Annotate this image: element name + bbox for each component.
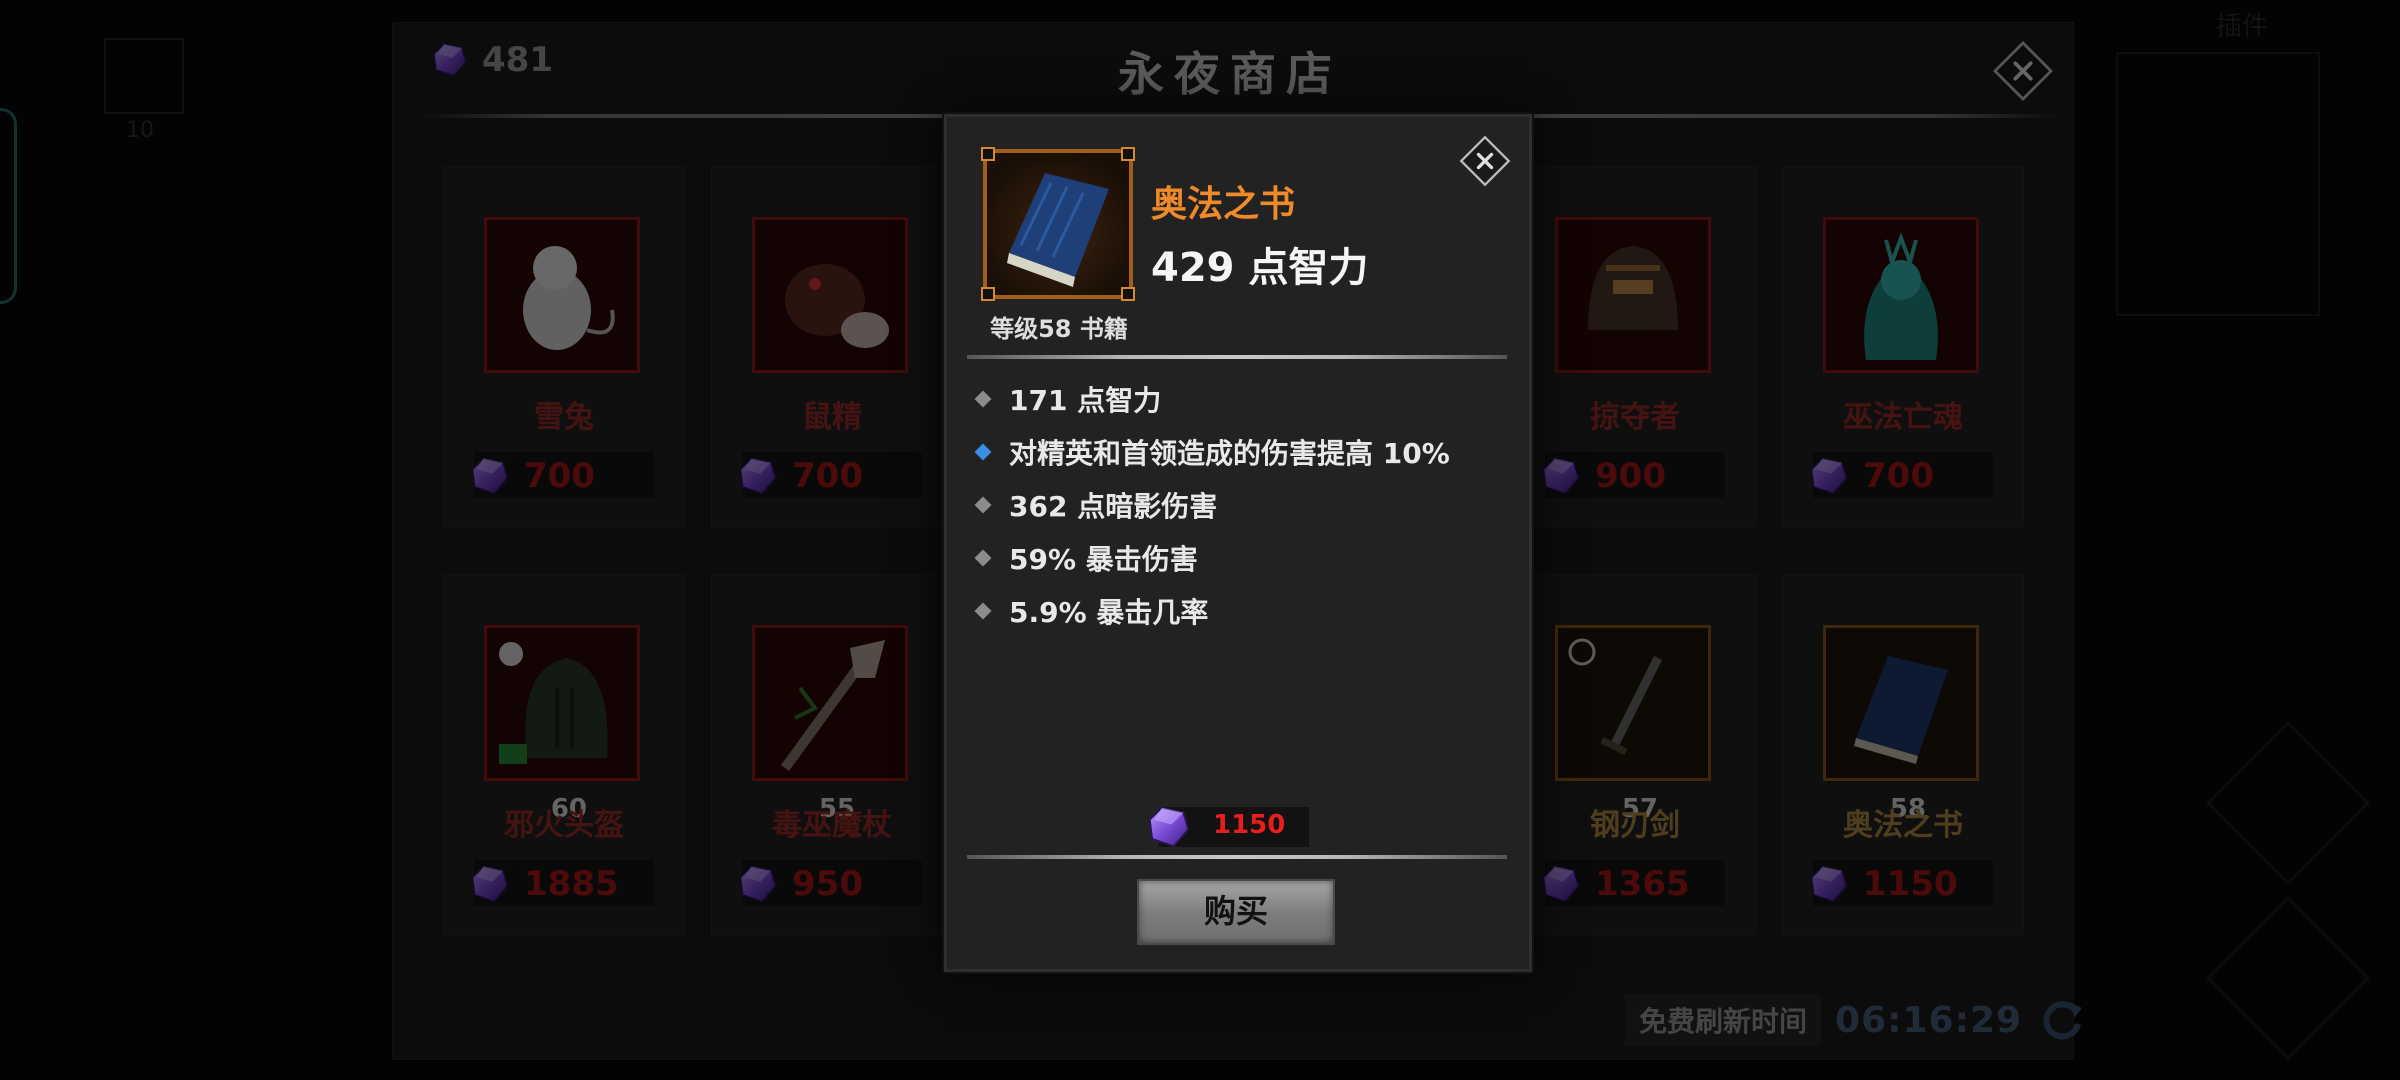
item-price: 900 (1545, 452, 1725, 498)
stat-line: 59% 暴击伤害 (971, 538, 1198, 578)
stat-line: 362 点暗影伤害 (971, 485, 1217, 525)
item-price: 700 (1813, 452, 1993, 498)
buy-button[interactable]: 购买 (1137, 879, 1335, 945)
stat-line: 对精英和首领造成的伤害提高 10% (971, 432, 1450, 472)
creature-icon (752, 217, 908, 373)
shop-item-card[interactable]: 雪兔 700 (443, 166, 685, 528)
currency-amount: 481 (482, 40, 553, 80)
item-price-value: 950 (792, 864, 863, 904)
item-main-stat: 429 点智力 (1151, 245, 1369, 291)
inventory-slot[interactable] (104, 38, 184, 114)
item-price: 950 (742, 860, 922, 906)
shop-item-card[interactable]: 掠夺者 900 (1514, 166, 1756, 528)
stat-text: 59% 暴击伤害 (1009, 543, 1198, 576)
item-name: 雪兔 (534, 400, 594, 435)
shop-item-card[interactable]: 巫法亡魂 700 (1782, 166, 2024, 528)
item-price: 700 (474, 452, 654, 498)
item-detail-name: 奥法之书 (1151, 184, 1296, 225)
gem-icon (736, 454, 780, 498)
item-detail-modal: 奥法之书 429 点智力 等级58 书籍 171 点智力 对精英和首领造成的伤害… (944, 114, 1532, 972)
sword-icon: 57 (1555, 625, 1711, 824)
diamond-bullet-icon (974, 443, 992, 461)
right-preview-frame (2116, 52, 2320, 316)
gem-icon (468, 862, 512, 906)
shop-item-card[interactable]: 60 邪火头盔 1885 (443, 574, 685, 936)
item-price-value: 700 (1863, 456, 1934, 496)
item-name: 掠夺者 (1590, 400, 1680, 435)
creature-icon (484, 217, 640, 373)
diamond-bullet-icon (974, 496, 992, 514)
gem-icon (1807, 454, 1851, 498)
stat-line: 5.9% 暴击几率 (971, 591, 1208, 631)
stat-text: 171 点智力 (1009, 384, 1162, 417)
item-level-type: 等级58 书籍 (990, 315, 1128, 343)
stat-line: 171 点智力 (971, 379, 1161, 419)
helmet-icon: 60 (484, 625, 640, 824)
diamond-bullet-icon (974, 602, 992, 620)
staff-icon: 55 (752, 625, 908, 824)
left-panel-tab[interactable] (0, 108, 17, 304)
currency-display: 481 (430, 40, 553, 80)
shop-item-card[interactable]: 57 钢刃剑 1365 (1514, 574, 1756, 936)
item-price: 700 (742, 452, 922, 498)
item-name: 邪火头盔 (504, 808, 624, 843)
stat-text: 5.9% 暴击几率 (1009, 596, 1209, 629)
shop-item-card[interactable]: 58 奥法之书 1150 (1782, 574, 2024, 936)
diamond-bullet-icon (974, 390, 992, 408)
item-price: 1150 (1813, 860, 1993, 906)
refresh-icon[interactable] (2036, 994, 2088, 1046)
item-price-value: 700 (792, 456, 863, 496)
item-price: 1885 (474, 860, 654, 906)
gem-icon (468, 454, 512, 498)
close-icon[interactable] (1990, 38, 2056, 104)
divider (967, 855, 1507, 859)
gem-icon (1145, 803, 1193, 851)
item-name: 毒巫魔杖 (772, 808, 892, 843)
item-name: 鼠精 (802, 400, 862, 435)
item-price-value: 1150 (1863, 864, 1958, 904)
gem-icon (430, 40, 470, 80)
creature-icon (1823, 217, 1979, 373)
refresh-timer: 免费刷新时间 06:16:29 (1625, 994, 2088, 1046)
shop-title: 永夜商店 (1118, 47, 1342, 101)
shop-item-card[interactable]: 55 毒巫魔杖 950 (711, 574, 953, 936)
divider (967, 355, 1507, 359)
book-icon: 58 (1823, 625, 1979, 824)
creature-icon (1555, 217, 1711, 373)
item-price: 1365 (1545, 860, 1725, 906)
refresh-time: 06:16:29 (1835, 999, 2023, 1041)
item-price-value: 900 (1595, 456, 1666, 496)
potion-button[interactable] (2205, 720, 2371, 886)
right-panel-label: 插件 (2216, 12, 2269, 42)
item-name: 巫法亡魂 (1843, 400, 1963, 435)
item-name: 钢刃剑 (1590, 808, 1680, 843)
book-icon (981, 147, 1135, 301)
gem-icon (736, 862, 780, 906)
shop-item-card[interactable]: 鼠精 700 (711, 166, 953, 528)
item-price-value: 1365 (1595, 864, 1690, 904)
item-price-value: 700 (524, 456, 595, 496)
menu-button[interactable] (2205, 895, 2371, 1061)
item-name: 奥法之书 (1843, 808, 1963, 843)
gem-icon (1539, 862, 1583, 906)
item-cost-value: 1150 (1213, 810, 1286, 840)
gem-icon (1539, 454, 1583, 498)
refresh-label: 免费刷新时间 (1625, 994, 1822, 1046)
diamond-bullet-icon (974, 549, 992, 567)
inventory-slot-count: 10 (126, 118, 154, 143)
stat-text: 对精英和首领造成的伤害提高 10% (1009, 437, 1450, 470)
close-icon[interactable] (1457, 133, 1513, 189)
item-price-value: 1885 (524, 864, 619, 904)
item-cost: 1150 (1159, 807, 1309, 847)
stat-text: 362 点暗影伤害 (1009, 490, 1218, 523)
gem-icon (1807, 862, 1851, 906)
